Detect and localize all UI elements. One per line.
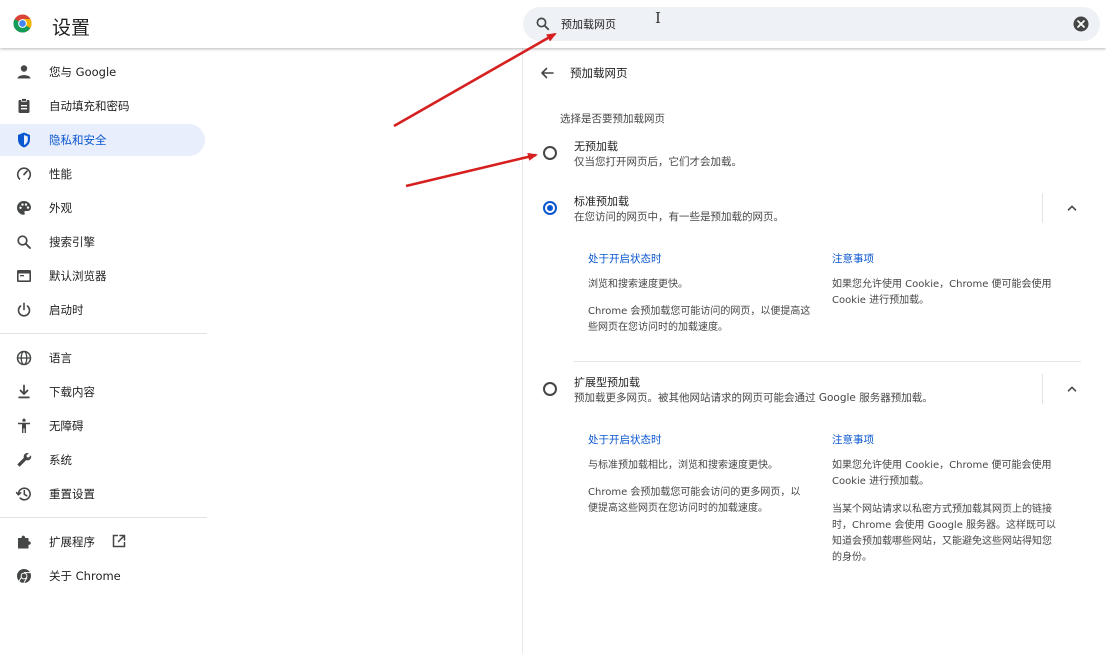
sidebar-item-label: 启动时 (49, 303, 84, 317)
sidebar-item-about-chrome[interactable]: 关于 Chrome (0, 560, 205, 592)
sidebar-item-languages[interactable]: 语言 (0, 342, 205, 374)
sidebar-item-you-and-google[interactable]: 您与 Google (0, 56, 205, 88)
option-title: 无预加载 (574, 140, 618, 153)
puzzle-icon (18, 535, 31, 549)
sidebar-item-default-browser[interactable]: 默认浏览器 (0, 260, 205, 292)
sidebar-item-on-startup[interactable]: 启动时 (0, 294, 205, 326)
when-on-heading: 处于开启状态时 (588, 434, 662, 446)
preload-pages-panel: 预加载网页 选择是否要预加载网页 无预加载 仅当您打开网页后，它们才会加载。 标… (522, 48, 1106, 653)
search-icon (17, 235, 31, 249)
option-title: 扩展型预加载 (574, 376, 640, 389)
sidebar-item-extensions[interactable]: 扩展程序 (0, 526, 205, 558)
sidebar-divider (0, 517, 207, 518)
back-arrow-icon[interactable] (539, 65, 555, 81)
sidebar-item-label: 语言 (49, 351, 72, 365)
when-on-text: 浏览和搜索速度更快。 (588, 279, 688, 290)
chevron-up-icon[interactable] (1065, 201, 1079, 215)
sidebar-item-system[interactable]: 系统 (0, 444, 205, 476)
sidebar-item-search-engine[interactable]: 搜索引擎 (0, 226, 205, 258)
vertical-separator (1042, 374, 1043, 404)
shield-icon (18, 132, 30, 148)
option-description: 仅当您打开网页后，它们才会加载。 (574, 156, 742, 168)
wrench-icon (17, 452, 32, 467)
option-title: 标准预加载 (574, 195, 629, 208)
download-icon (18, 384, 30, 399)
notes-text: 当某个网站请求以私密方式预加载其网页上的链接时，Chrome 会使用 Googl… (832, 504, 1057, 563)
sidebar-item-label: 您与 Google (49, 65, 117, 79)
radio-extended-preloading[interactable] (543, 382, 557, 396)
when-on-text: 与标准预加载相比，浏览和搜索速度更快。 (588, 460, 778, 471)
radio-standard-preloading[interactable] (543, 201, 557, 215)
sidebar-item-label: 隐私和安全 (49, 133, 107, 147)
option-description: 在您访问的网页中，有一些是预加载的网页。 (574, 211, 784, 223)
power-icon (17, 302, 31, 317)
sidebar-item-label: 下载内容 (49, 385, 95, 399)
person-icon (17, 65, 31, 79)
chevron-up-icon[interactable] (1065, 382, 1079, 396)
notes-heading: 注意事项 (832, 253, 874, 265)
search-icon (536, 17, 550, 31)
sidebar-item-autofill[interactable]: 自动填充和密码 (0, 90, 205, 122)
sidebar-item-privacy[interactable]: 隐私和安全 (0, 124, 205, 156)
sidebar-item-label: 性能 (49, 167, 72, 181)
notes-text: 如果您允许使用 Cookie，Chrome 便可能会使用 Cookie 进行预加… (832, 460, 1052, 487)
search-input[interactable] (561, 11, 1061, 37)
sidebar-item-accessibility[interactable]: 无障碍 (0, 410, 205, 442)
sidebar-item-label: 系统 (49, 453, 72, 467)
chrome-logo-icon (13, 14, 32, 33)
annotation-arrow-no-preload (405, 152, 538, 188)
text-cursor: I (655, 9, 661, 27)
external-link-icon[interactable] (111, 533, 127, 549)
sidebar-item-label: 自动填充和密码 (49, 99, 130, 113)
when-on-heading: 处于开启状态时 (588, 253, 662, 265)
sidebar-item-label: 默认浏览器 (49, 269, 107, 283)
option-description: 预加载更多网页。被其他网站请求的网页可能会通过 Google 服务器预加载。 (574, 392, 933, 404)
browser-window-icon (17, 270, 31, 282)
history-icon (15, 487, 31, 501)
sidebar-item-label: 无障碍 (49, 419, 84, 433)
section-label: 选择是否要预加载网页 (560, 113, 665, 125)
when-on-text: Chrome 会预加载您可能会访问的更多网页，以便提高这些网页在您访问时的加载速… (588, 487, 801, 514)
radio-no-preloading[interactable] (543, 146, 557, 160)
vertical-separator (1042, 193, 1043, 223)
sidebar-item-label: 扩展程序 (49, 535, 95, 549)
clipboard-icon (18, 98, 30, 113)
sidebar-item-reset-settings[interactable]: 重置设置 (0, 478, 205, 510)
option-divider (574, 361, 1081, 362)
sidebar-item-label: 外观 (49, 201, 72, 215)
when-on-text: Chrome 会预加载您可能访问的网页，以便提高这些网页在您访问时的加载速度。 (588, 306, 811, 333)
settings-search-box[interactable]: I (523, 7, 1100, 41)
accessibility-icon (18, 418, 30, 433)
sidebar-item-label: 搜索引擎 (49, 235, 95, 249)
speedometer-icon (16, 167, 32, 182)
app-title: 设置 (52, 17, 91, 39)
settings-header: 设置 I (0, 0, 1106, 48)
chrome-icon (17, 569, 31, 584)
palette-icon (17, 201, 31, 215)
sidebar-item-performance[interactable]: 性能 (0, 158, 205, 190)
notes-text: 如果您允许使用 Cookie，Chrome 便可能会使用 Cookie 进行预加… (832, 279, 1052, 306)
page-title: 预加载网页 (570, 66, 628, 80)
sidebar-item-downloads[interactable]: 下载内容 (0, 376, 205, 408)
sidebar-item-label: 重置设置 (49, 487, 95, 501)
clear-search-icon[interactable] (1073, 16, 1089, 32)
sidebar-item-label: 关于 Chrome (49, 569, 121, 583)
sidebar-item-appearance[interactable]: 外观 (0, 192, 205, 224)
globe-icon (16, 350, 32, 366)
notes-heading: 注意事项 (832, 434, 874, 446)
sidebar-divider (0, 333, 207, 334)
